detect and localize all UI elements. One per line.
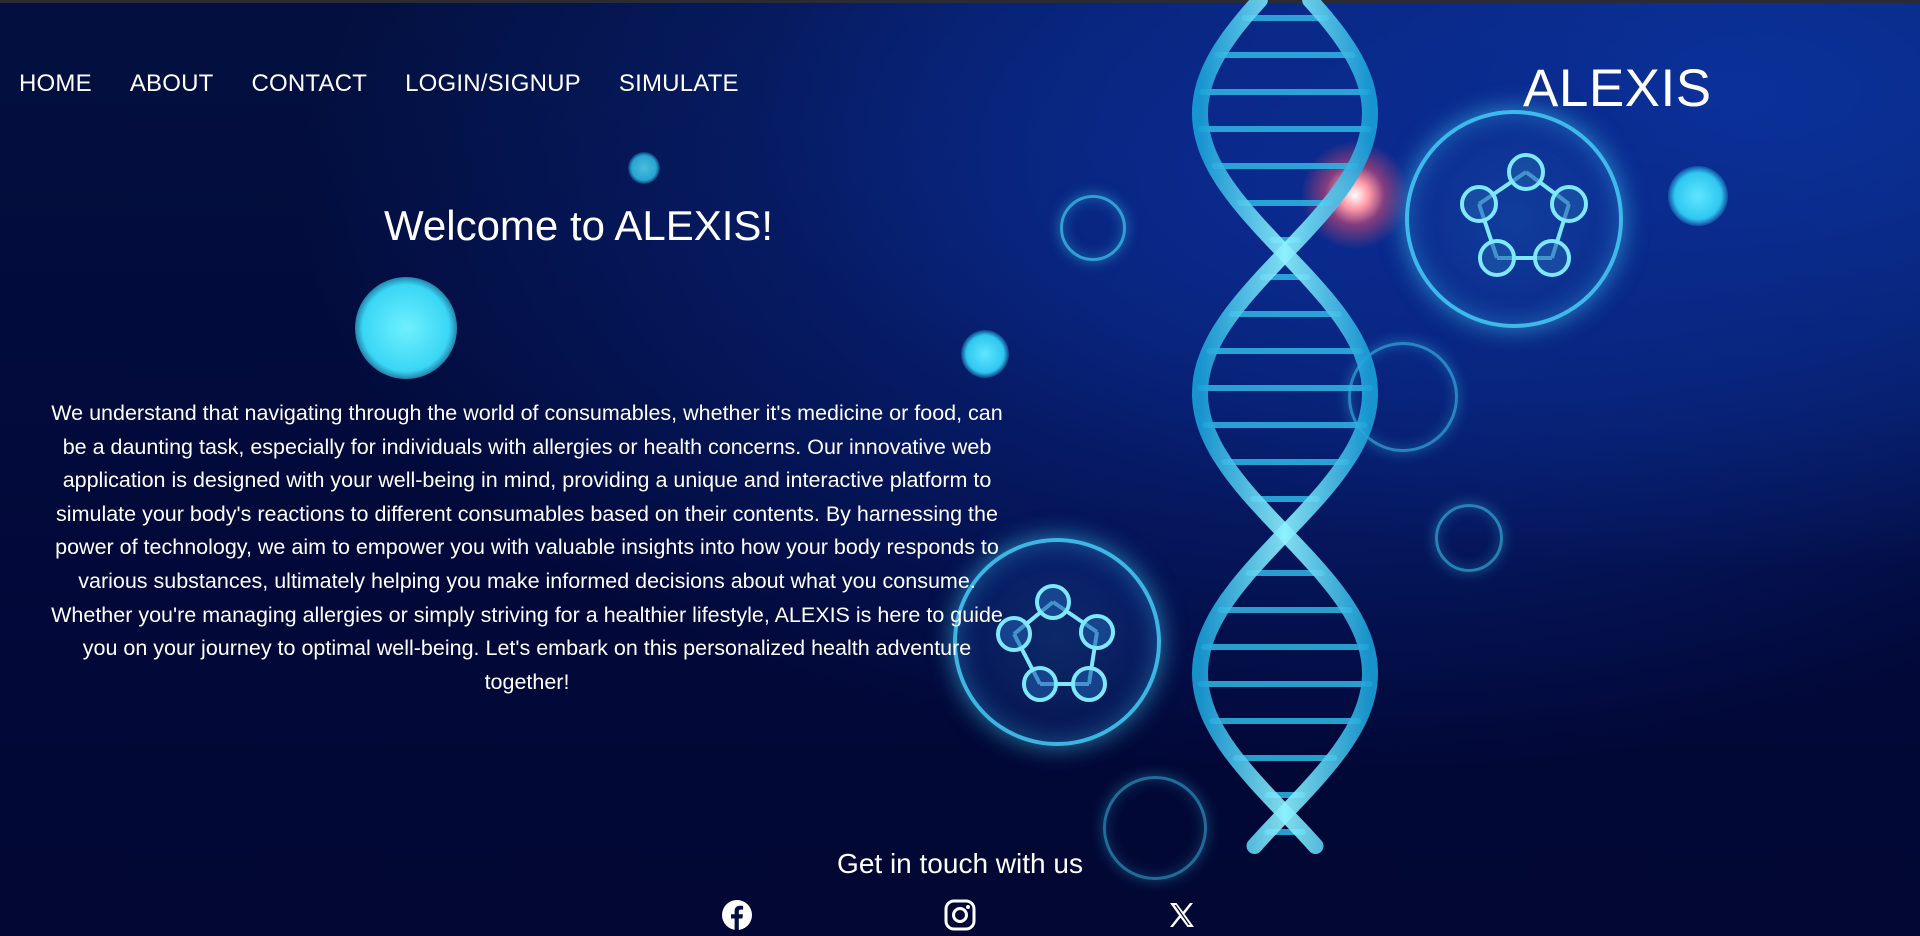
- x-icon: [1170, 903, 1194, 927]
- main-navigation: HOME ABOUT CONTACT LOGIN/SIGNUP SIMULATE: [19, 70, 777, 98]
- instagram-icon: [944, 899, 976, 931]
- hero-description: We understand that navigating through th…: [51, 401, 1003, 694]
- top-border: [0, 0, 1920, 3]
- decor-bubble: [355, 277, 457, 379]
- hero-title: Welcome to ALEXIS!: [384, 202, 774, 249]
- dna-helix-illustration: [1191, 0, 1379, 854]
- decor-bubble: [961, 330, 1009, 378]
- brand-logo-text: ALEXIS: [1523, 59, 1712, 118]
- nav-about-link[interactable]: ABOUT: [130, 70, 214, 98]
- facebook-link[interactable]: [720, 898, 754, 932]
- instagram-link[interactable]: [943, 898, 977, 932]
- decor-ring: [1435, 504, 1503, 572]
- nav-simulate-link[interactable]: SIMULATE: [619, 70, 739, 98]
- x-twitter-link[interactable]: [1165, 898, 1199, 932]
- molecule-bubble: [1405, 110, 1623, 328]
- facebook-icon: [722, 900, 752, 930]
- decor-bubble: [1668, 166, 1728, 226]
- nav-home-link[interactable]: HOME: [19, 70, 92, 98]
- decor-bubble: [628, 152, 660, 184]
- molecule-icon: [1460, 153, 1588, 277]
- page: HOME ABOUT CONTACT LOGIN/SIGNUP SIMULATE…: [0, 0, 1920, 936]
- nav-contact-link[interactable]: CONTACT: [252, 70, 368, 98]
- decor-ring: [1060, 195, 1126, 261]
- nav-login-signup-link[interactable]: LOGIN/SIGNUP: [405, 70, 581, 98]
- contact-heading: Get in touch with us: [837, 848, 1083, 879]
